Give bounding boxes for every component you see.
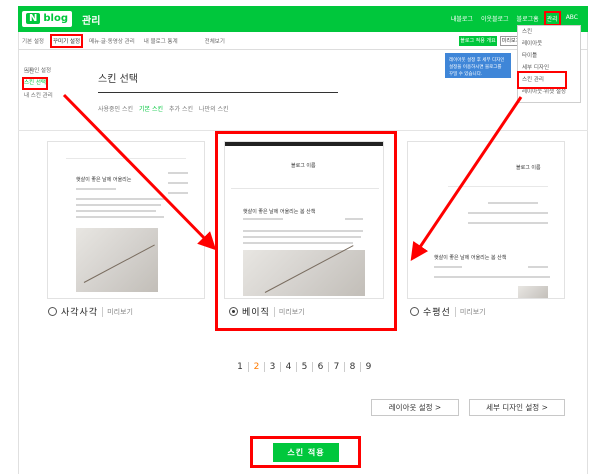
mock-text-line [434, 276, 550, 278]
mock-text-line [76, 216, 164, 218]
header-link-manage[interactable]: 관리 [543, 11, 561, 26]
mock-side-line [168, 192, 188, 194]
skin-filter-bar: 사용중인 스킨 기본 스킨 추가 스킨 나만의 스킨 [98, 104, 229, 113]
sidenav-item-my-skin[interactable]: 내 스킨 관리 [24, 90, 53, 102]
dropdown-item-layout[interactable]: 레이아웃 [518, 38, 580, 50]
mock-post-image [518, 286, 548, 298]
mock-text-line [434, 266, 462, 268]
dropdown-item-title[interactable]: 타이틀 [518, 50, 580, 62]
skin-radio-horizon[interactable] [410, 307, 419, 316]
page-link-2[interactable]: 2 [248, 362, 264, 372]
tab-blog-stats[interactable]: 내 블로그 통계 [144, 37, 178, 45]
dropdown-item-skin-manage[interactable]: 스킨 관리 [517, 71, 567, 89]
header-links: 내블로그 이웃블로그 블로그홈 관리 ABC [451, 11, 578, 26]
preview-link-sagaksagak[interactable]: 미리보기 [102, 306, 133, 317]
skin-card-horizon[interactable]: 블로그 이름 햇살이 좋은 날에 어울리는 봄 산책 [407, 141, 565, 299]
page-link-7[interactable]: 7 [328, 362, 344, 372]
skin-radio-basic[interactable] [229, 307, 238, 316]
filter-my-skin[interactable]: 나만의 스킨 [199, 104, 229, 113]
header-link-my-blog[interactable]: 내블로그 [451, 14, 473, 23]
mock-text-line [488, 202, 538, 204]
tab-basic-settings[interactable]: 기본 설정 [22, 37, 44, 45]
apply-skin-button[interactable]: 스킨 적용 [273, 443, 339, 462]
page-link-6[interactable]: 6 [312, 362, 328, 372]
info-tooltip: 레이아웃 설정 후 세부 디자인 설정을 이용하시면 블로그를 꾸밀 수 있습니… [445, 53, 511, 78]
mock-text-line [468, 222, 548, 224]
manage-dropdown-menu: 스킨 레이아웃 타이틀 세부 디자인 스킨 관리 레이아웃·위젯 설정 [517, 25, 581, 103]
mock-text-line [528, 266, 548, 268]
title-underline [98, 92, 338, 93]
header-user-menu[interactable]: ABC [566, 14, 578, 23]
mock-post-title: 햇살이 좋은 날에 어울리는 [76, 177, 132, 183]
apply-overview-button[interactable]: 블로그 적용 개요 [459, 36, 497, 46]
page-link-9[interactable]: 9 [360, 362, 376, 372]
header-link-blog-home[interactable]: 블로그홈 [517, 14, 539, 23]
dropdown-item-layout-widget[interactable]: 레이아웃·위젯 설정 [518, 86, 580, 98]
page-link-5[interactable]: 5 [296, 362, 312, 372]
mock-blog-name: 블로그 이름 [516, 165, 541, 171]
mock-text-line [76, 198, 166, 200]
blog-logo[interactable]: Nblog [22, 11, 72, 27]
sidenav-small-label: 디자인 설정 [24, 68, 52, 74]
filter-basic-skin[interactable]: 기본 스킨 [139, 104, 163, 113]
view-all-select[interactable]: 전체보기 [205, 37, 225, 45]
panel-left-border [18, 32, 19, 474]
panel-right-border [587, 32, 588, 474]
pagination: 1 2 3 4 5 6 7 8 9 [232, 362, 376, 372]
mock-text-line [76, 188, 116, 190]
mock-text-line [468, 212, 548, 214]
skin-option-sagaksagak: 사각사각 미리보기 [48, 305, 133, 318]
page-link-8[interactable]: 8 [344, 362, 360, 372]
page-link-3[interactable]: 3 [264, 362, 280, 372]
page-link-1[interactable]: 1 [232, 362, 248, 372]
dropdown-item-detail-design[interactable]: 세부 디자인 [518, 62, 580, 74]
page-link-4[interactable]: 4 [280, 362, 296, 372]
skin-option-horizon: 수평선 미리보기 [410, 305, 486, 318]
tab-menu-post-video[interactable]: 메뉴·글·동영상 관리 [89, 37, 135, 45]
skin-option-basic: 베이직 미리보기 [229, 305, 305, 318]
mock-post-title: 햇살이 좋은 날에 어울리는 봄 산책 [434, 255, 507, 261]
skin-name-horizon: 수평선 [423, 308, 451, 318]
mock-nav-line [66, 158, 186, 159]
header-link-neighbor-blog[interactable]: 이웃블로그 [481, 14, 509, 23]
skin-name-sagaksagak: 사각사각 [61, 308, 99, 318]
mock-side-line [168, 182, 188, 184]
preview-link-horizon[interactable]: 미리보기 [454, 306, 486, 317]
preview-link-basic[interactable]: 미리보기 [273, 306, 305, 317]
top-header: Nblog 관리 내블로그 이웃블로그 블로그홈 관리 ABC [18, 6, 588, 32]
mock-stair-rail [83, 244, 155, 283]
filter-current-skin[interactable]: 사용중인 스킨 [98, 104, 133, 113]
naver-n-icon: N [26, 13, 41, 24]
logo-text: blog [43, 13, 68, 24]
header-title: 관리 [82, 16, 101, 27]
dropdown-item-skin[interactable]: 스킨 [518, 26, 580, 38]
mock-text-line [76, 210, 156, 212]
skin-name-basic: 베이직 [242, 308, 270, 318]
mock-nav-line [448, 186, 548, 187]
sidenav-item-skin-select[interactable]: 스킨 선택 [22, 77, 48, 90]
skin-card-sagaksagak[interactable]: 햇살이 좋은 날에 어울리는 [47, 141, 205, 299]
filter-added-skin[interactable]: 추가 스킨 [169, 104, 193, 113]
mock-side-line [168, 172, 188, 174]
page-title: 스킨 선택 [98, 74, 138, 85]
mock-post-image [76, 228, 158, 292]
mock-text-line [76, 204, 161, 206]
layout-settings-button[interactable]: 레이아웃 설정 > [371, 399, 459, 416]
tab-design-settings[interactable]: 꾸미기 설정 [49, 33, 84, 48]
selected-skin-highlight [215, 131, 397, 331]
skin-radio-sagaksagak[interactable] [48, 307, 57, 316]
detail-design-button[interactable]: 세부 디자인 설정 > [469, 399, 565, 416]
